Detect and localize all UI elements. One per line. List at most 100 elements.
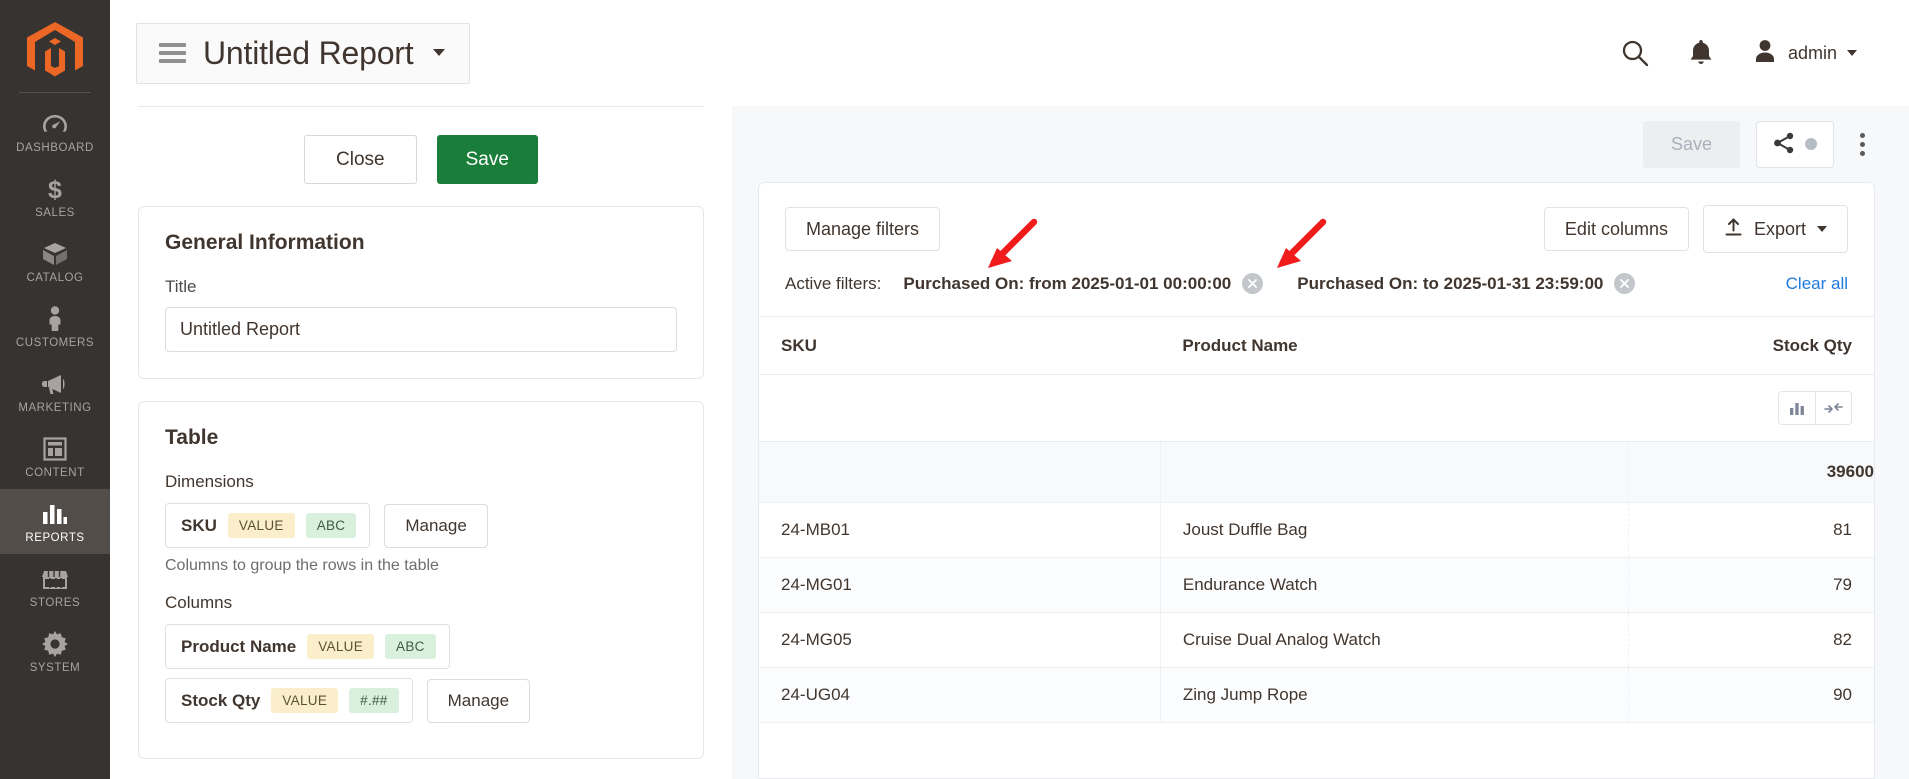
sidebar-item-catalog[interactable]: CATALOG — [0, 229, 110, 294]
report-editor-panel: Close Save General Information Title Tab… — [110, 106, 732, 779]
chip-type-badge: ABC — [306, 513, 357, 538]
main-sidebar: DASHBOARD $ SALES CATALOG CUSTOMERS MARK… — [0, 0, 110, 779]
column-header-sku[interactable]: SKU — [759, 317, 1160, 375]
sidebar-item-sales[interactable]: $ SALES — [0, 164, 110, 229]
hamburger-icon[interactable] — [159, 43, 186, 63]
chevron-down-icon[interactable] — [1847, 50, 1857, 56]
manage-columns-button[interactable]: Manage — [427, 679, 530, 723]
chevron-down-icon[interactable] — [433, 49, 445, 56]
title-field-label: Title — [165, 277, 677, 297]
filter-chip-purchased-from: Purchased On: from 2025-01-01 00:00:00 — [903, 273, 1263, 294]
manage-filters-button[interactable]: Manage filters — [785, 207, 940, 251]
cell-sku: 24-UG04 — [759, 668, 1160, 723]
sidebar-item-customers[interactable]: CUSTOMERS — [0, 294, 110, 359]
chip-label: SKU — [181, 516, 217, 536]
sidebar-item-dashboard[interactable]: DASHBOARD — [0, 99, 110, 164]
sidebar-item-label: SYSTEM — [30, 662, 81, 674]
column-chip-stock-qty[interactable]: Stock Qty VALUE #.## — [165, 678, 413, 723]
table-row[interactable]: 24-UG04 Zing Jump Rope 90 — [759, 668, 1874, 723]
column-chip-product-name[interactable]: Product Name VALUE ABC — [165, 624, 450, 669]
close-circle-icon[interactable] — [1614, 273, 1635, 294]
dimensions-row: SKU VALUE ABC Manage — [165, 503, 677, 548]
column-header-product-name[interactable]: Product Name — [1160, 317, 1628, 375]
user-menu[interactable]: admin — [1752, 38, 1857, 69]
manage-dimensions-button[interactable]: Manage — [384, 504, 487, 548]
store-icon — [41, 565, 69, 592]
total-product-name-cell — [1160, 442, 1628, 503]
sidebar-item-label: STORES — [30, 597, 80, 609]
chip-type-badge: ABC — [385, 634, 436, 659]
chip-value-badge: VALUE — [271, 688, 338, 713]
table-row[interactable]: 24-MG01 Endurance Watch 79 — [759, 558, 1874, 613]
sidebar-item-system[interactable]: SYSTEM — [0, 619, 110, 684]
sidebar-item-label: CUSTOMERS — [16, 337, 94, 349]
body-split: Close Save General Information Title Tab… — [110, 106, 1909, 779]
search-icon[interactable] — [1620, 38, 1650, 68]
table-header-row: SKU Product Name Stock Qty — [759, 317, 1874, 375]
fit-width-icon[interactable] — [1815, 392, 1851, 424]
cell-stock-qty: 81 — [1629, 503, 1874, 558]
dimensions-label: Dimensions — [165, 472, 677, 492]
magento-logo[interactable] — [0, 10, 110, 92]
card-toolbar-right: Edit columns Export — [1544, 205, 1848, 253]
export-button[interactable]: Export — [1703, 205, 1848, 253]
svg-text:$: $ — [48, 176, 62, 202]
dashboard-icon — [41, 110, 69, 137]
bar-chart-icon[interactable] — [1779, 392, 1815, 424]
dimension-chip-sku[interactable]: SKU VALUE ABC — [165, 503, 370, 548]
dimensions-hint: Columns to group the rows in the table — [165, 557, 677, 575]
report-title-box[interactable]: Untitled Report — [136, 23, 470, 84]
chip-value-badge: VALUE — [228, 513, 295, 538]
close-circle-icon[interactable] — [1242, 273, 1263, 294]
sidebar-item-label: DASHBOARD — [16, 142, 94, 154]
title-input[interactable] — [165, 307, 677, 352]
columns-row-one: Product Name VALUE ABC — [165, 624, 677, 669]
share-icon — [1773, 132, 1795, 157]
sidebar-item-reports[interactable]: REPORTS — [0, 489, 110, 554]
sidebar-item-label: CATALOG — [26, 272, 83, 284]
viz-controls-cell — [759, 375, 1874, 442]
table-row[interactable]: 24-MG05 Cruise Dual Analog Watch 82 — [759, 613, 1874, 668]
column-header-stock-qty[interactable]: Stock Qty — [1629, 317, 1874, 375]
chevron-down-icon — [1817, 226, 1827, 232]
sidebar-item-stores[interactable]: STORES — [0, 554, 110, 619]
cell-product-name: Joust Duffle Bag — [1160, 503, 1628, 558]
dollar-icon: $ — [41, 175, 69, 202]
save-button[interactable]: Save — [437, 135, 538, 184]
chip-label: Stock Qty — [181, 691, 260, 711]
active-filters-label: Active filters: — [785, 274, 881, 294]
sidebar-item-content[interactable]: CONTENT — [0, 424, 110, 489]
kebab-menu-icon[interactable] — [1850, 127, 1875, 162]
close-button[interactable]: Close — [304, 135, 417, 184]
clear-all-filters-link[interactable]: Clear all — [1786, 274, 1848, 294]
general-information-panel: General Information Title — [138, 206, 704, 379]
bell-icon[interactable] — [1688, 39, 1714, 67]
editor-action-bar: Close Save — [138, 106, 704, 206]
table-row[interactable]: 24-MB01 Joust Duffle Bag 81 — [759, 503, 1874, 558]
table-head: SKU Product Name Stock Qty — [759, 317, 1874, 375]
preview-action-bar: Save — [732, 106, 1909, 182]
megaphone-icon — [41, 370, 69, 397]
report-table-wrap: SKU Product Name Stock Qty — [759, 317, 1874, 778]
share-button[interactable] — [1756, 121, 1834, 168]
cell-sku: 24-MB01 — [759, 503, 1160, 558]
edit-columns-button[interactable]: Edit columns — [1544, 207, 1689, 251]
cell-sku: 24-MG01 — [759, 558, 1160, 613]
section-title: Table — [165, 426, 677, 450]
table-body: 39600 24-MB01 Joust Duffle Bag 81 24-MG0… — [759, 375, 1874, 723]
cell-product-name: Cruise Dual Analog Watch — [1160, 613, 1628, 668]
sidebar-item-marketing[interactable]: MARKETING — [0, 359, 110, 424]
sidebar-item-label: REPORTS — [25, 532, 84, 544]
preview-save-button[interactable]: Save — [1643, 121, 1740, 168]
magento-logo-icon — [27, 22, 83, 80]
table-viz-row — [759, 375, 1874, 442]
export-label: Export — [1754, 220, 1806, 238]
sidebar-item-label: MARKETING — [18, 402, 91, 414]
upload-icon — [1724, 218, 1743, 240]
sidebar-divider — [19, 92, 91, 93]
share-status-dot — [1805, 138, 1817, 150]
gear-icon — [41, 630, 69, 657]
bar-chart-icon — [41, 500, 69, 527]
filter-text: Purchased On: from 2025-01-01 00:00:00 — [903, 274, 1231, 294]
columns-row-two: Stock Qty VALUE #.## Manage — [165, 678, 677, 723]
